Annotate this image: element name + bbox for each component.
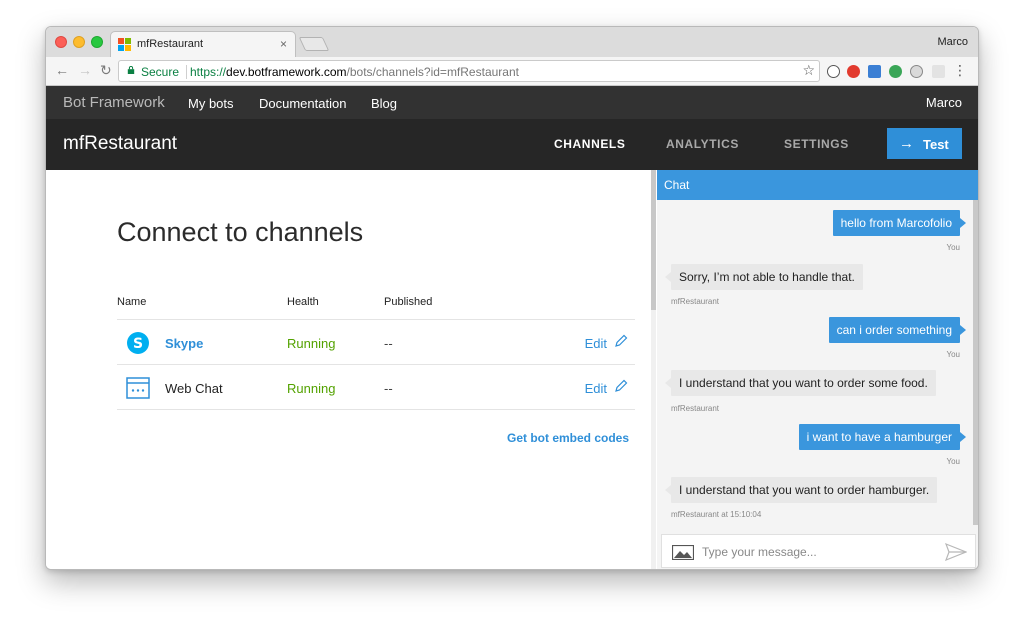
info-extension-icon[interactable]: [827, 65, 840, 78]
shield-extension-icon[interactable]: [889, 65, 902, 78]
tab-strip: mfRestaurant × Marco: [46, 27, 978, 57]
column-header-name: Name: [117, 296, 147, 308]
channel-health: Running: [287, 381, 336, 396]
channel-health: Running: [287, 336, 336, 351]
message-meta: You: [946, 243, 961, 252]
mask-extension-icon[interactable]: [910, 65, 923, 78]
url-text: https://dev.botframework.com/bots/channe…: [190, 65, 519, 79]
back-icon[interactable]: ←: [55, 62, 69, 78]
browser-profile-name[interactable]: Marco: [937, 36, 968, 48]
embed-codes-link[interactable]: Get bot embed codes: [507, 431, 629, 445]
chat-panel: Chat hello from Marcofolio You Sorry, I’…: [657, 170, 978, 569]
user-menu[interactable]: Marco: [926, 95, 962, 110]
chat-scrollbar[interactable]: [973, 200, 978, 525]
column-header-published: Published: [384, 296, 433, 308]
chat-composer: [661, 534, 976, 568]
bot-header: mfRestaurant CHANNELS ANALYTICS SETTINGS…: [46, 119, 978, 170]
minimize-window-button[interactable]: [73, 36, 85, 48]
chat-message-input[interactable]: [702, 542, 932, 562]
channel-published: --: [384, 336, 393, 351]
nav-my-bots[interactable]: My bots: [188, 96, 234, 111]
bookmark-star-icon[interactable]: ☆: [802, 62, 815, 79]
table-divider: [117, 409, 635, 410]
column-header-health: Health: [287, 296, 319, 308]
calendar-extension-icon[interactable]: [868, 65, 881, 78]
url-input[interactable]: Secure https://dev.botframework.com/bots…: [118, 60, 820, 82]
address-bar: ← → ↻ Secure https://dev.botframework.co…: [46, 57, 978, 86]
message-meta: You: [946, 350, 961, 359]
message-meta: mfRestaurant: [671, 404, 720, 413]
tab-settings[interactable]: SETTINGS: [784, 137, 849, 151]
browser-window: mfRestaurant × Marco ← → ↻ Secure https:…: [45, 26, 979, 570]
chat-message-bot: I understand that you want to order some…: [665, 370, 936, 396]
main-scrollbar-thumb[interactable]: [651, 170, 656, 310]
message-meta: mfRestaurant: [671, 297, 720, 306]
image-upload-icon[interactable]: [672, 545, 694, 560]
message-meta: You: [946, 457, 961, 466]
chat-message-user: i want to have a hamburger: [798, 424, 967, 450]
channels-panel: Connect to channels Name Health Publishe…: [46, 170, 651, 569]
secure-label: Secure: [141, 65, 180, 79]
channel-published: --: [384, 381, 393, 396]
edit-webchat-link[interactable]: Edit: [585, 381, 607, 396]
svg-text:S: S: [133, 336, 143, 352]
chat-message-user: hello from Marcofolio: [832, 210, 967, 236]
channel-name-skype[interactable]: Skype: [165, 336, 203, 351]
pencil-icon[interactable]: [613, 378, 629, 394]
lock-icon: [127, 66, 135, 74]
skype-icon: S: [127, 332, 149, 354]
pencil-icon[interactable]: [613, 333, 629, 349]
nav-documentation[interactable]: Documentation: [259, 96, 346, 111]
webchat-icon: [126, 377, 150, 399]
new-tab-button[interactable]: [298, 37, 330, 51]
table-row: Web Chat Running -- Edit: [117, 364, 635, 409]
chat-header: Chat: [657, 170, 978, 200]
site-top-nav: Bot Framework My bots Documentation Blog…: [46, 86, 978, 119]
table-row: S Skype Running -- Edit: [117, 319, 635, 364]
bot-title: mfRestaurant: [63, 133, 178, 154]
tab-channels[interactable]: CHANNELS: [554, 137, 625, 151]
send-icon[interactable]: [945, 543, 967, 561]
browser-menu-icon[interactable]: ⋮: [953, 63, 967, 77]
page-title: Connect to channels: [117, 217, 364, 247]
chat-message-user: can i order something: [828, 317, 967, 343]
forward-icon[interactable]: →: [78, 62, 92, 78]
opera-extension-icon[interactable]: [847, 65, 860, 78]
reload-icon[interactable]: ↻: [100, 62, 112, 79]
microsoft-logo-icon: [118, 38, 132, 52]
nav-blog[interactable]: Blog: [371, 96, 397, 111]
tab-close-icon[interactable]: ×: [280, 37, 287, 51]
arrow-right-icon: →: [899, 135, 914, 152]
zoom-window-button[interactable]: [91, 36, 103, 48]
reader-extension-icon[interactable]: [932, 65, 945, 78]
browser-tab[interactable]: mfRestaurant ×: [110, 31, 296, 57]
omnibox-separator: [186, 65, 187, 79]
message-meta: mfRestaurant at 15:10:04: [671, 510, 762, 519]
tab-title: mfRestaurant: [137, 38, 204, 50]
edit-skype-link[interactable]: Edit: [585, 336, 607, 351]
chat-message-bot: Sorry, I’m not able to handle that.: [665, 264, 863, 290]
test-button[interactable]: → Test: [887, 128, 962, 159]
brand-logo[interactable]: Bot Framework: [63, 94, 165, 111]
close-window-button[interactable]: [55, 36, 67, 48]
channel-name-webchat[interactable]: Web Chat: [165, 381, 223, 396]
chat-title: Chat: [664, 178, 690, 192]
chat-message-bot: I understand that you want to order hamb…: [664, 477, 938, 503]
tab-analytics[interactable]: ANALYTICS: [666, 137, 739, 151]
